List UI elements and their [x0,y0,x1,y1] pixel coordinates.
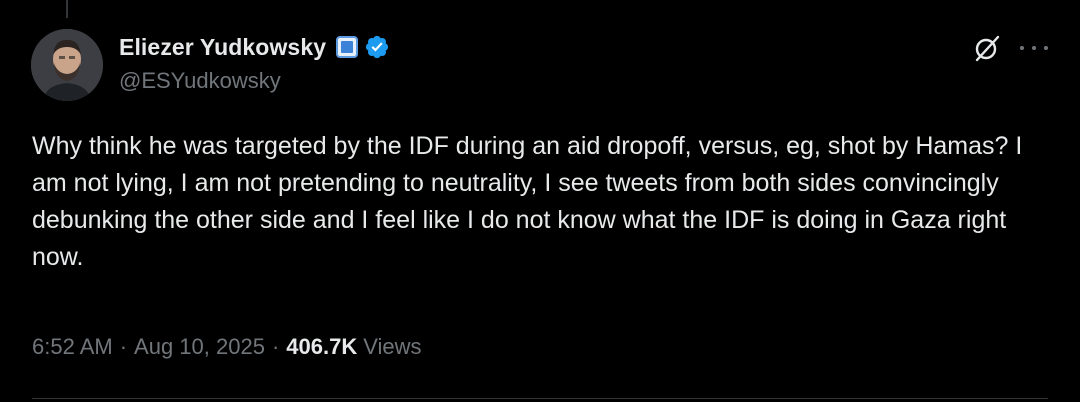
dot-icon [1032,46,1036,50]
tweet-meta: 6:52 AM · Aug 10, 2025 · 406.7K Views [32,334,422,360]
author-handle[interactable]: @ESYudkowsky [119,68,390,94]
name-row: Eliezer Yudkowsky [119,32,390,62]
dot-icon [1044,46,1048,50]
meta-separator: · [119,334,128,359]
thread-connector-line [66,0,68,18]
grok-icon[interactable] [972,33,1002,63]
views-label: Views [363,334,422,359]
meta-separator: · [271,334,280,359]
views-count[interactable]: 406.7K [286,334,357,360]
blue-square-icon [336,36,359,58]
tweet-text: Why think he was targeted by the IDF dur… [32,132,1023,271]
display-name[interactable]: Eliezer Yudkowsky [119,34,326,61]
avatar-photo [31,29,103,101]
tweet-date[interactable]: Aug 10, 2025 [134,334,265,360]
more-options-icon[interactable] [1020,34,1048,62]
tweet-header: Eliezer Yudkowsky @ESYudkowsky [119,32,390,94]
dot-icon [1020,46,1024,50]
avatar[interactable] [31,29,103,101]
divider [32,398,1048,399]
tweet-time[interactable]: 6:52 AM [32,334,113,360]
verified-badge-icon[interactable] [364,34,390,60]
